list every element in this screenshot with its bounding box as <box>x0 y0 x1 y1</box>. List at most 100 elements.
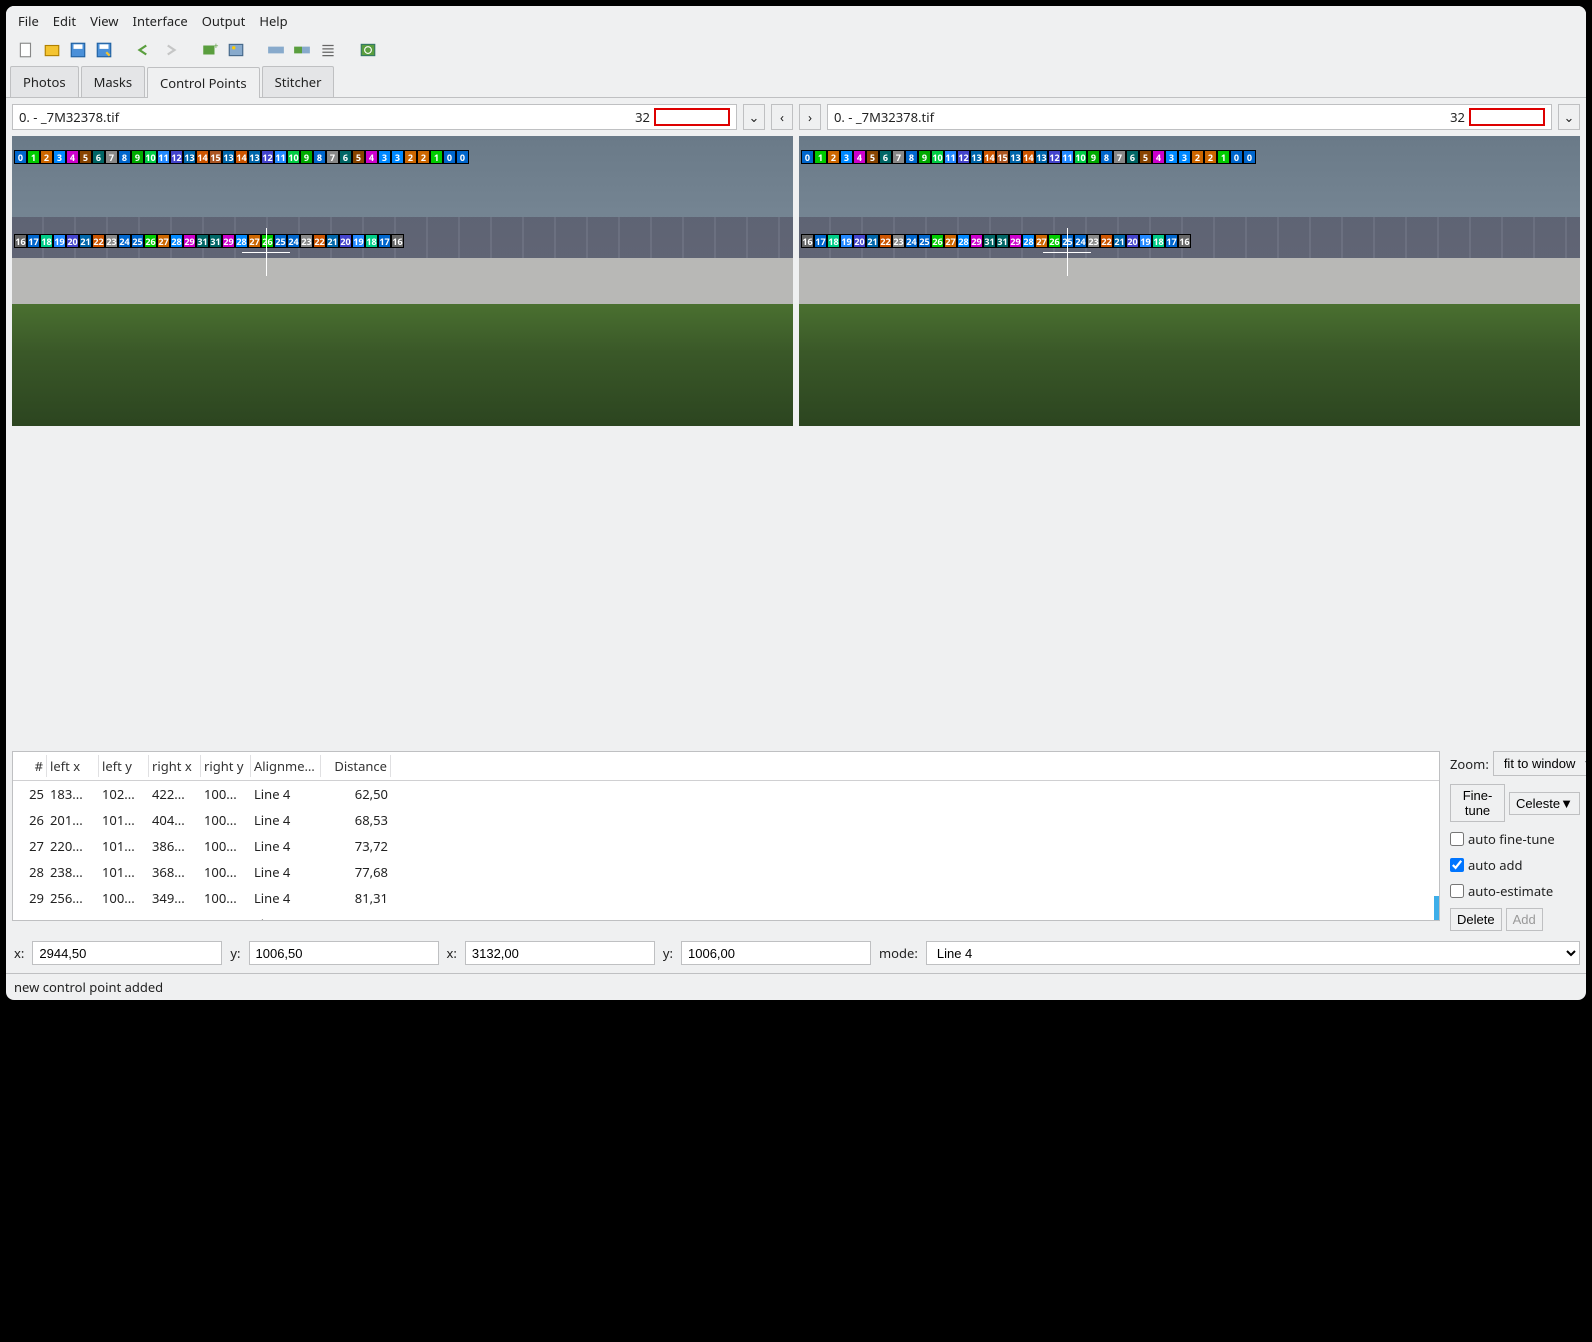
cp-marker[interactable]: 3 <box>378 150 391 164</box>
cp-marker[interactable]: 16 <box>391 234 404 248</box>
cp-marker[interactable]: 13 <box>183 150 196 164</box>
table-header[interactable]: # left x left y right x right y Alignmen… <box>13 752 1439 781</box>
cp-marker[interactable]: 12 <box>1048 150 1061 164</box>
table-row[interactable]: 26201...101...404...100...Line 468,53 <box>13 807 1439 833</box>
redo-icon[interactable] <box>160 40 180 60</box>
cp-marker[interactable]: 2 <box>827 150 840 164</box>
x1-input[interactable] <box>32 941 222 965</box>
cp-marker[interactable]: 29 <box>1009 234 1022 248</box>
cp-marker[interactable]: 25 <box>131 234 144 248</box>
add-images-icon[interactable]: + <box>200 40 220 60</box>
menu-edit[interactable]: Edit <box>53 12 76 30</box>
cp-marker[interactable]: 16 <box>1178 234 1191 248</box>
cp-marker[interactable]: 22 <box>1100 234 1113 248</box>
cp-marker[interactable]: 31 <box>209 234 222 248</box>
cp-marker[interactable]: 16 <box>14 234 27 248</box>
cp-marker[interactable]: 15 <box>996 150 1009 164</box>
cp-marker[interactable]: 20 <box>339 234 352 248</box>
cp-marker[interactable]: 8 <box>905 150 918 164</box>
preview-icon[interactable] <box>292 40 312 60</box>
cp-marker[interactable]: 23 <box>300 234 313 248</box>
table-body[interactable]: 25183...102...422...100...Line 462,50262… <box>13 781 1439 920</box>
tab-masks[interactable]: Masks <box>81 66 145 97</box>
cp-marker[interactable]: 2 <box>1191 150 1204 164</box>
cp-marker[interactable]: 24 <box>905 234 918 248</box>
cp-marker[interactable]: 0 <box>14 150 27 164</box>
cp-marker[interactable]: 5 <box>79 150 92 164</box>
celeste-button[interactable]: Celeste▼ <box>1509 792 1580 815</box>
cp-marker[interactable]: 19 <box>1139 234 1152 248</box>
cp-marker[interactable]: 8 <box>1100 150 1113 164</box>
right-dropdown-icon[interactable]: ⌄ <box>1558 104 1580 130</box>
cp-marker[interactable]: 3 <box>391 150 404 164</box>
table-row[interactable]: 30274...100...331...100...Line 483,62 <box>13 911 1439 920</box>
cp-marker[interactable]: 21 <box>79 234 92 248</box>
right-image-panel[interactable]: 0123456789101112131415131413121110987654… <box>799 136 1580 426</box>
menu-view[interactable]: View <box>90 12 118 30</box>
menu-file[interactable]: File <box>18 12 39 30</box>
cp-marker[interactable]: 13 <box>970 150 983 164</box>
cp-marker[interactable]: 27 <box>944 234 957 248</box>
cp-marker[interactable]: 1 <box>1217 150 1230 164</box>
cp-marker[interactable]: 14 <box>1022 150 1035 164</box>
cp-marker[interactable]: 10 <box>144 150 157 164</box>
cp-marker[interactable]: 19 <box>53 234 66 248</box>
cp-marker[interactable]: 18 <box>827 234 840 248</box>
cp-marker[interactable]: 0 <box>443 150 456 164</box>
cp-marker[interactable]: 1 <box>814 150 827 164</box>
cp-marker[interactable]: 26 <box>931 234 944 248</box>
cp-marker[interactable]: 17 <box>378 234 391 248</box>
cp-marker[interactable]: 13 <box>248 150 261 164</box>
cp-marker[interactable]: 9 <box>1087 150 1100 164</box>
add-button[interactable]: Add <box>1506 908 1543 931</box>
menu-interface[interactable]: Interface <box>133 12 188 30</box>
cp-marker[interactable]: 6 <box>1126 150 1139 164</box>
cp-marker[interactable]: 4 <box>853 150 866 164</box>
menu-help[interactable]: Help <box>259 12 287 30</box>
cp-marker[interactable]: 17 <box>814 234 827 248</box>
cp-marker[interactable]: 2 <box>1204 150 1217 164</box>
cp-marker[interactable]: 1 <box>430 150 443 164</box>
cp-marker[interactable]: 27 <box>157 234 170 248</box>
auto-add-check[interactable]: auto add <box>1450 856 1580 874</box>
cp-marker[interactable]: 21 <box>326 234 339 248</box>
cp-marker[interactable]: 1 <box>27 150 40 164</box>
menu-output[interactable]: Output <box>202 12 246 30</box>
prev-pair-button[interactable]: ‹ <box>771 104 793 130</box>
cp-marker[interactable]: 20 <box>1126 234 1139 248</box>
cp-marker[interactable]: 24 <box>118 234 131 248</box>
cp-marker[interactable]: 7 <box>326 150 339 164</box>
delete-button[interactable]: Delete <box>1450 908 1502 931</box>
cp-marker[interactable]: 18 <box>1152 234 1165 248</box>
pano-icon[interactable] <box>266 40 286 60</box>
tab-stitcher[interactable]: Stitcher <box>262 66 335 97</box>
cp-marker[interactable]: 11 <box>274 150 287 164</box>
cp-marker[interactable]: 10 <box>287 150 300 164</box>
zoom-select[interactable]: fit to window <box>1493 751 1586 776</box>
cp-marker[interactable]: 9 <box>918 150 931 164</box>
cp-marker[interactable]: 2 <box>40 150 53 164</box>
left-dropdown-icon[interactable]: ⌄ <box>743 104 765 130</box>
cp-marker[interactable]: 14 <box>235 150 248 164</box>
save-icon[interactable] <box>68 40 88 60</box>
finetune-button[interactable]: Fine-tune <box>1450 784 1505 822</box>
cp-marker[interactable]: 31 <box>996 234 1009 248</box>
cp-marker[interactable]: 4 <box>1152 150 1165 164</box>
x2-input[interactable] <box>465 941 655 965</box>
cp-marker[interactable]: 21 <box>1113 234 1126 248</box>
cp-marker[interactable]: 28 <box>957 234 970 248</box>
cp-marker[interactable]: 6 <box>339 150 352 164</box>
saveas-icon[interactable] <box>94 40 114 60</box>
cp-marker[interactable]: 0 <box>456 150 469 164</box>
left-image-combo[interactable]: 0. - _7M32378.tif 32 <box>12 104 737 130</box>
tab-control-points[interactable]: Control Points <box>147 67 260 98</box>
cp-marker[interactable]: 13 <box>222 150 235 164</box>
cp-marker[interactable]: 6 <box>92 150 105 164</box>
cp-marker[interactable]: 11 <box>157 150 170 164</box>
cp-marker[interactable]: 6 <box>879 150 892 164</box>
y1-input[interactable] <box>249 941 439 965</box>
cp-marker[interactable]: 15 <box>209 150 222 164</box>
table-row[interactable]: 27220...101...386...100...Line 473,72 <box>13 833 1439 859</box>
cp-marker[interactable]: 12 <box>261 150 274 164</box>
table-row[interactable]: 25183...102...422...100...Line 462,50 <box>13 781 1439 807</box>
